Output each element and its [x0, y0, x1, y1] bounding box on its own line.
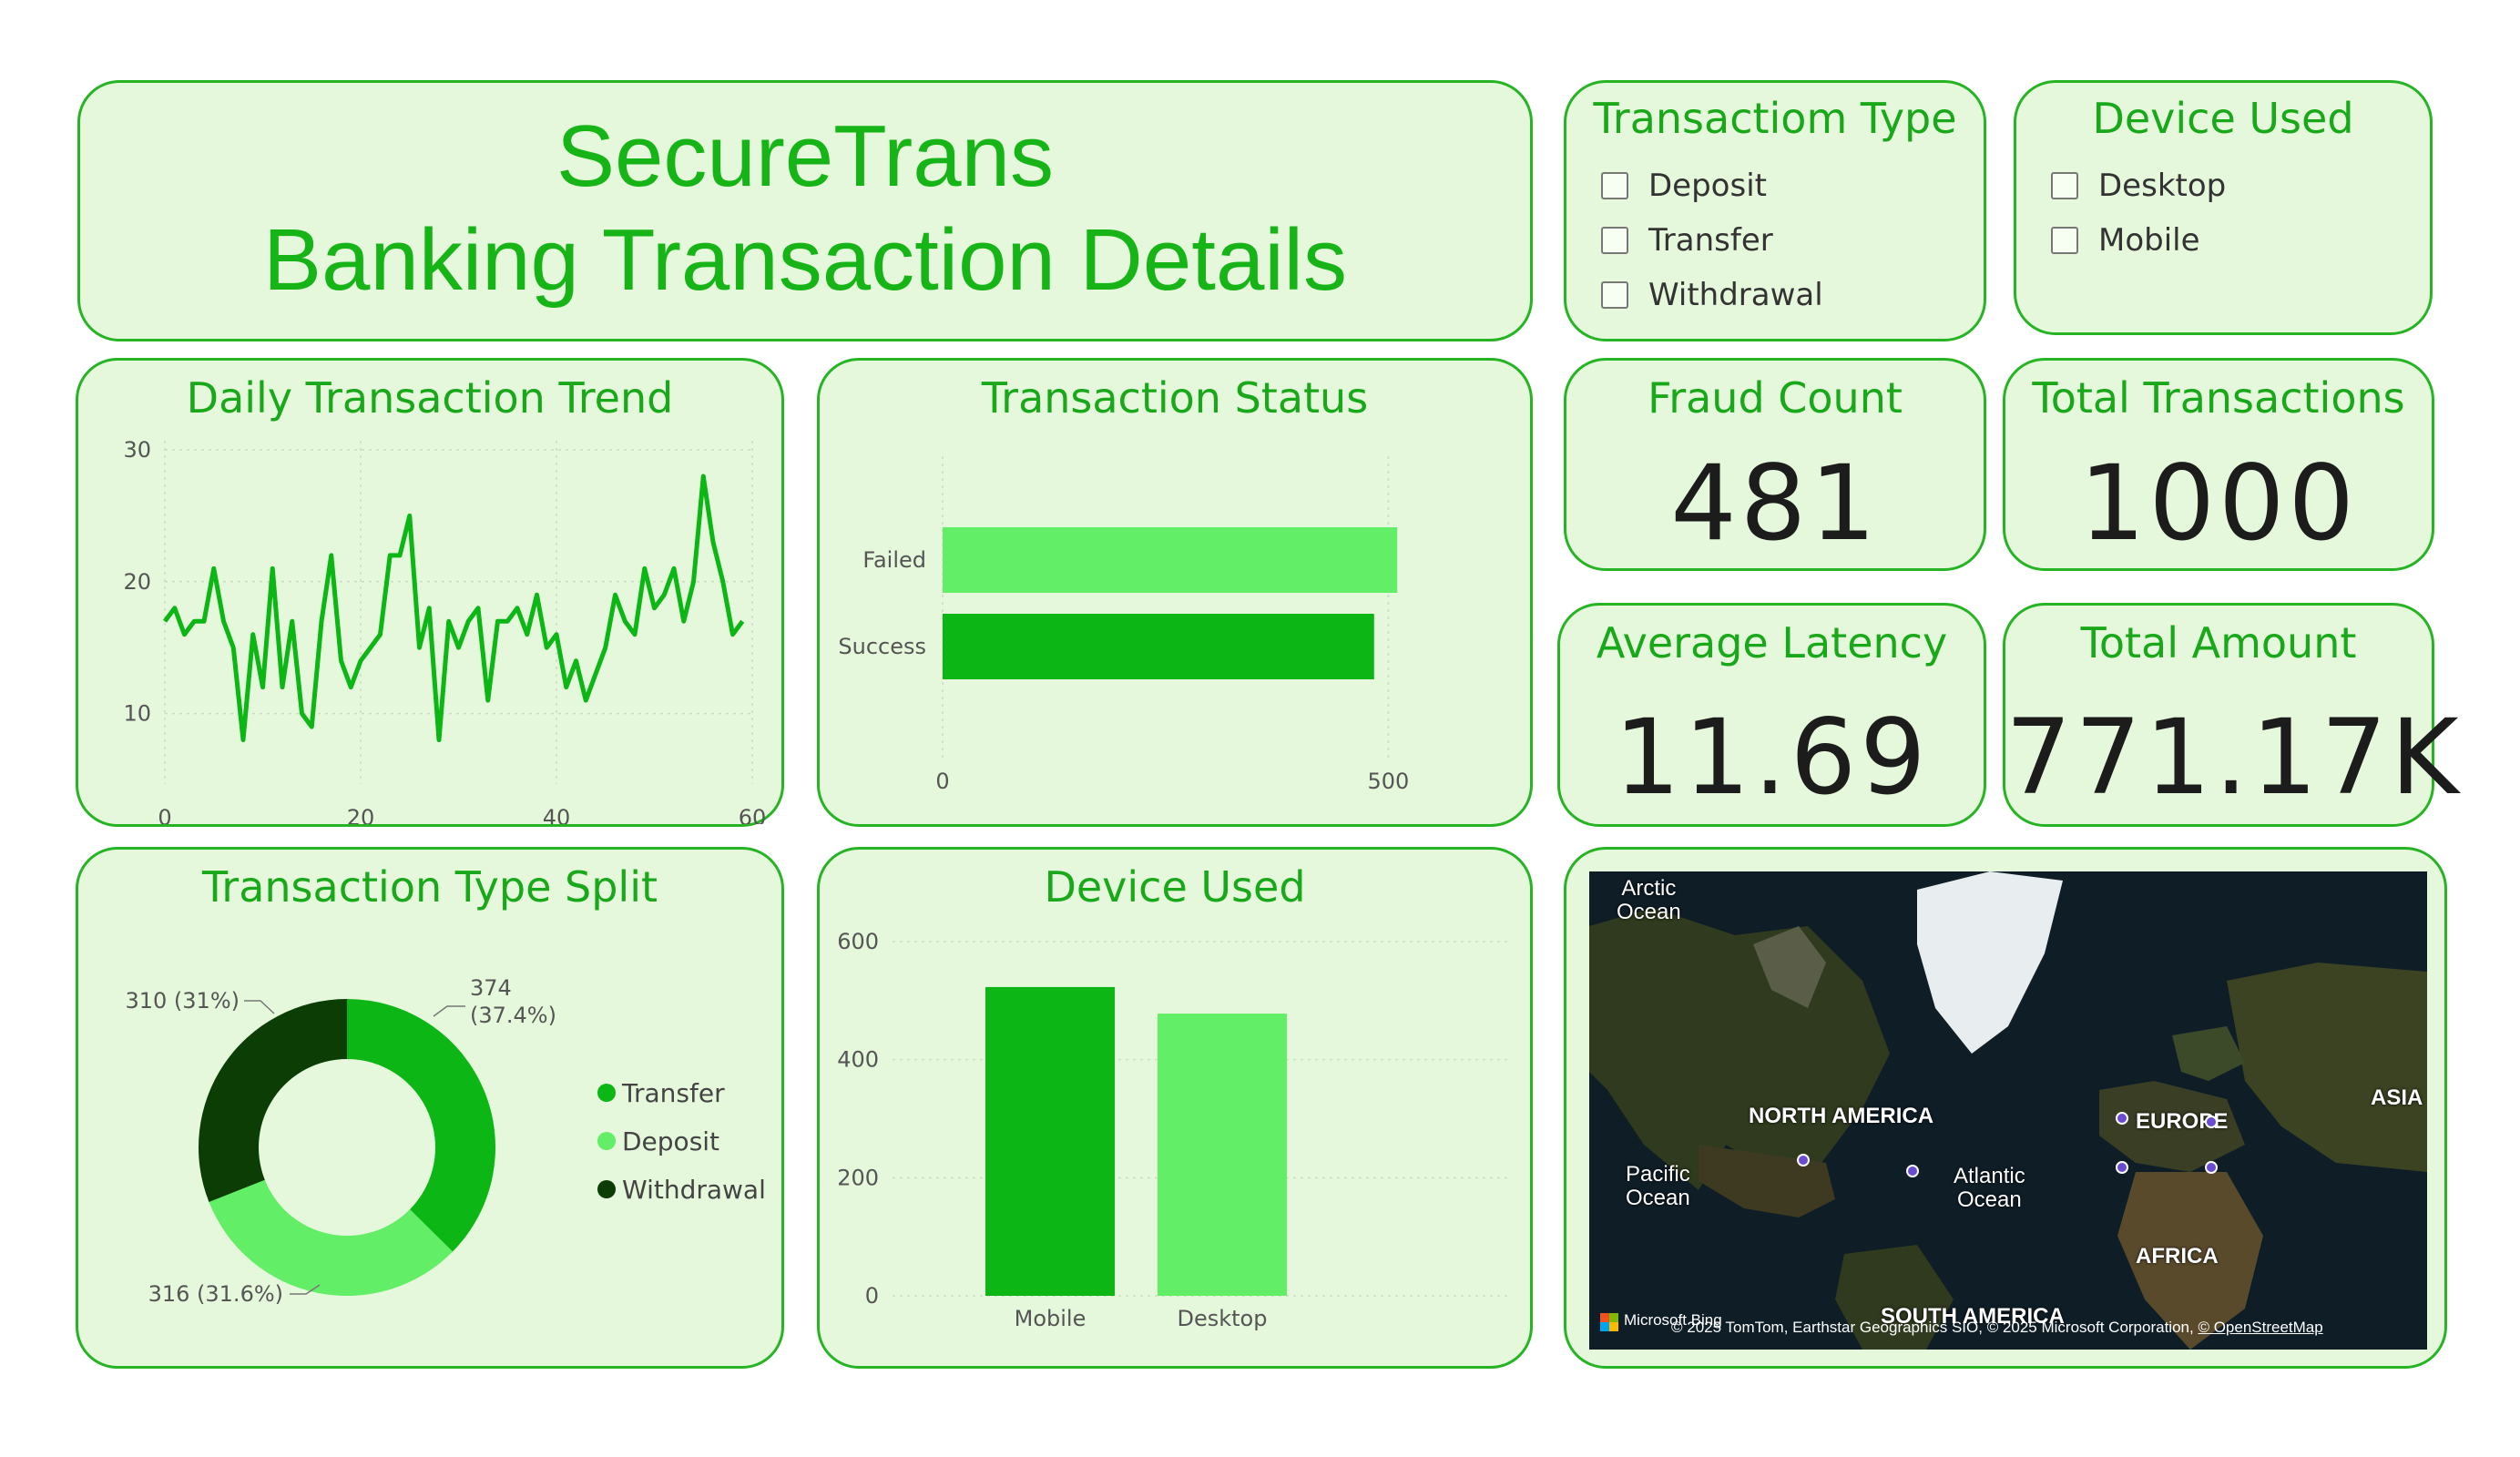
- category-label: Success: [838, 634, 926, 659]
- map-label-africa: AFRICA: [2136, 1244, 2219, 1269]
- legend-swatch: [597, 1132, 616, 1150]
- map-label-asia: ASIA: [2371, 1085, 2423, 1110]
- report-title-line1: SecureTrans: [556, 107, 1054, 205]
- donut-slice-transfer: [347, 999, 495, 1252]
- world-map[interactable]: Arctic Ocean NORTH AMERICA EUROPE ASIA P…: [1589, 871, 2427, 1350]
- legend-label-transfer: Transfer: [621, 1078, 725, 1108]
- option-label: Desktop: [2098, 168, 2227, 204]
- checkbox[interactable]: [1601, 227, 1628, 254]
- device-chart-card: Device Used 0 200 400 600 Mobile Desktop: [817, 847, 1533, 1369]
- checkbox[interactable]: [1601, 172, 1628, 199]
- slicer-option-withdrawal[interactable]: Withdrawal: [1601, 272, 1823, 318]
- daily-trend-chart: 10 20 30 0 20 40 60: [123, 437, 767, 824]
- status-bar-failed: [943, 527, 1398, 593]
- map-marker[interactable]: [2116, 1112, 2128, 1125]
- device-bar-chart: 0 200 400 600 Mobile Desktop: [837, 929, 1512, 1331]
- label-leader: [433, 1005, 465, 1017]
- option-label: Withdrawal: [1648, 277, 1823, 313]
- slicer-option-mobile[interactable]: Mobile: [2051, 218, 2200, 263]
- x-tick-label: 40: [543, 805, 571, 824]
- transaction-type-slicer: Transactiom Type Deposit Transfer Withdr…: [1564, 80, 1986, 341]
- y-tick-label: 200: [837, 1165, 879, 1190]
- x-tick-label: 500: [1368, 769, 1410, 794]
- type-split-card: Transaction Type Split 374 (37.4%) 316 (31…: [76, 847, 784, 1369]
- type-split-donut-chart: 374 (37.4%) 316 (31.6%) 310 (31%) Transfer De…: [125, 975, 766, 1307]
- y-tick-label: 10: [123, 701, 151, 727]
- fraud-count-card: Fraud Count 481: [1564, 358, 1986, 571]
- y-tick-label: 600: [837, 929, 879, 954]
- checkbox[interactable]: [1601, 281, 1628, 309]
- bing-logo: [1600, 1313, 1618, 1331]
- kpi-value: 481: [1670, 443, 1880, 564]
- data-label-deposit: 316 (31.6%): [148, 1281, 283, 1307]
- kpi-title: Average Latency: [1596, 618, 1948, 667]
- map-imagery: [1589, 871, 2427, 1350]
- y-tick-label: 30: [123, 437, 151, 463]
- status-bar-success: [943, 614, 1374, 679]
- daily-trend-card: Daily Transaction Trend 10 20 30 0 20 40 60: [76, 358, 784, 827]
- status-chart: 0 500 Failed Success: [838, 456, 1410, 794]
- map-marker[interactable]: [1906, 1165, 1919, 1177]
- x-tick-label: 0: [158, 805, 171, 824]
- x-tick-label: 60: [739, 805, 767, 824]
- category-label: Desktop: [1178, 1306, 1268, 1331]
- data-label-withdrawal: 310 (31%): [125, 988, 240, 1014]
- status-card: Transaction Status 0 500 Failed Success: [817, 358, 1533, 827]
- y-tick-label: 0: [865, 1283, 879, 1309]
- openstreetmap-link[interactable]: © OpenStreetMap: [2198, 1319, 2322, 1336]
- y-tick-label: 400: [837, 1047, 879, 1073]
- donut-slice-withdrawal: [199, 999, 347, 1203]
- map-label-arctic-ocean: Arctic Ocean: [1617, 876, 1681, 924]
- map-marker[interactable]: [1797, 1154, 1810, 1167]
- x-tick-label: 20: [347, 805, 375, 824]
- total-amount-card: Total Amount 771.17K: [2003, 603, 2463, 827]
- map-label-atlantic-ocean: Atlantic Ocean: [1954, 1164, 2025, 1212]
- checkbox[interactable]: [2051, 172, 2078, 199]
- map-attribution: © 2025 TomTom, Earthstar Geographics SIO…: [1671, 1319, 2323, 1337]
- kpi-title: Total Amount: [2080, 618, 2357, 667]
- option-label: Mobile: [2098, 222, 2200, 259]
- device-bar-desktop: [1158, 1014, 1287, 1296]
- title-card: SecureTrans Banking Transaction Details: [77, 80, 1533, 341]
- x-tick-label: 0: [935, 769, 949, 794]
- legend-label-deposit: Deposit: [622, 1126, 719, 1156]
- kpi-value: 1000: [2078, 443, 2359, 564]
- y-tick-label: 20: [123, 569, 151, 595]
- slicer-title: Transactiom Type: [1593, 94, 1957, 143]
- slicer-option-transfer[interactable]: Transfer: [1601, 218, 1773, 263]
- average-latency-card: Average Latency 11.69: [1557, 603, 1986, 827]
- label-leader: [244, 1000, 275, 1014]
- kpi-title: Fraud Count: [1648, 373, 1903, 423]
- map-marker[interactable]: [2116, 1161, 2128, 1174]
- kpi-value: 771.17K: [2005, 697, 2463, 818]
- option-label: Transfer: [1648, 222, 1773, 259]
- attribution-text: © 2025 TomTom, Earthstar Geographics SIO…: [1671, 1319, 2194, 1336]
- trend-line: [162, 474, 745, 743]
- slicer-option-desktop[interactable]: Desktop: [2051, 163, 2226, 209]
- slicer-option-deposit[interactable]: Deposit: [1601, 163, 1767, 209]
- map-label-north-america: NORTH AMERICA: [1749, 1104, 1934, 1128]
- option-label: Deposit: [1648, 168, 1767, 204]
- legend-swatch: [597, 1180, 616, 1198]
- device-bar-mobile: [985, 986, 1115, 1296]
- map-label-pacific-ocean: Pacific Ocean: [1626, 1162, 1690, 1210]
- legend-label-withdrawal: Withdrawal: [622, 1175, 766, 1205]
- map-card: Arctic Ocean NORTH AMERICA EUROPE ASIA P…: [1564, 847, 2447, 1369]
- category-label: Failed: [862, 547, 926, 573]
- data-label-transfer: 374 (37.4%): [470, 975, 556, 1028]
- report-title-line2: Banking Transaction Details: [263, 211, 1347, 309]
- slicer-title: Device Used: [2092, 94, 2354, 143]
- kpi-title: Total Transactions: [2032, 373, 2405, 423]
- map-marker[interactable]: [2205, 1116, 2218, 1128]
- donut-slice-deposit: [209, 1179, 453, 1296]
- checkbox[interactable]: [2051, 227, 2078, 254]
- category-label: Mobile: [1015, 1306, 1087, 1331]
- map-marker[interactable]: [2205, 1161, 2218, 1174]
- legend-swatch: [597, 1084, 616, 1102]
- device-used-slicer: Device Used Desktop Mobile: [2014, 80, 2433, 335]
- kpi-value: 11.69: [1614, 697, 1930, 818]
- total-transactions-card: Total Transactions 1000: [2003, 358, 2434, 571]
